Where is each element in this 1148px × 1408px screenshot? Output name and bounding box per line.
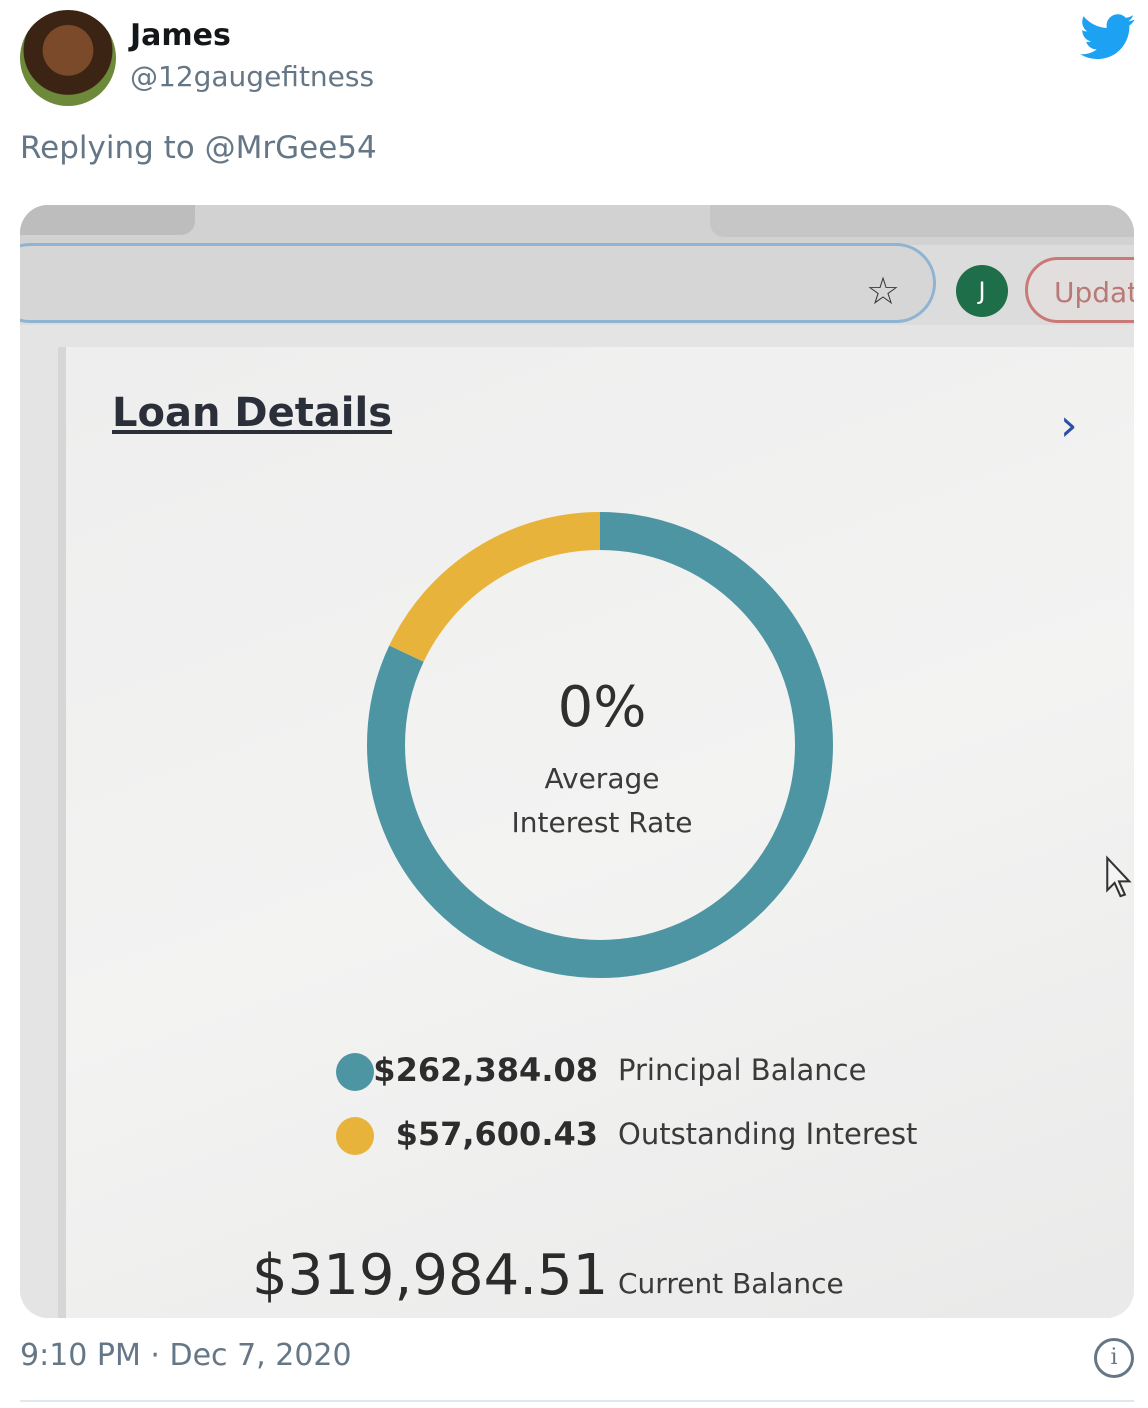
update-button[interactable]: Updat [1025, 257, 1134, 323]
info-icon[interactable]: i [1094, 1338, 1134, 1378]
principal-amount: $262,384.08 [373, 1051, 598, 1089]
loan-details-link[interactable]: Loan Details [112, 390, 392, 436]
twitter-bird-icon[interactable] [1080, 14, 1136, 60]
loan-donut-chart [367, 512, 833, 978]
interest-label: Outstanding Interest [618, 1117, 918, 1151]
profile-avatar[interactable]: J [956, 265, 1008, 317]
browser-tab[interactable] [20, 205, 195, 235]
divider [20, 1400, 1134, 1402]
address-bar[interactable] [20, 243, 936, 323]
average-rate-value: 0% [557, 675, 647, 740]
browser-tab-strip [20, 205, 1134, 245]
author-name[interactable]: James [130, 18, 231, 53]
mouse-cursor-icon [1106, 855, 1132, 898]
star-icon[interactable]: ☆ [866, 269, 900, 313]
tweet-timestamp[interactable]: 9:10 PM · Dec 7, 2020 [20, 1338, 352, 1373]
rate-label-line2: Interest Rate [511, 806, 693, 839]
chevron-right-icon[interactable]: › [1060, 400, 1078, 451]
author-handle[interactable]: @12gaugefitness [130, 60, 374, 93]
average-rate-label: Average Interest Rate [482, 757, 722, 845]
current-balance-label: Current Balance [618, 1267, 844, 1300]
reply-mention-link[interactable]: @MrGee54 [205, 130, 377, 166]
browser-tab[interactable] [710, 205, 1134, 237]
interest-amount: $57,600.43 [395, 1115, 598, 1153]
avatar[interactable] [20, 10, 116, 106]
reply-context: Replying to @MrGee54 [20, 130, 377, 166]
rate-label-line1: Average [544, 762, 660, 795]
tweet-photo[interactable]: ☆ J Updat Loan Details › 0% Average Inte… [20, 205, 1134, 1318]
current-balance-amount: $319,984.51 [252, 1243, 609, 1308]
reply-prefix: Replying to [20, 130, 195, 166]
principal-label: Principal Balance [618, 1053, 867, 1087]
